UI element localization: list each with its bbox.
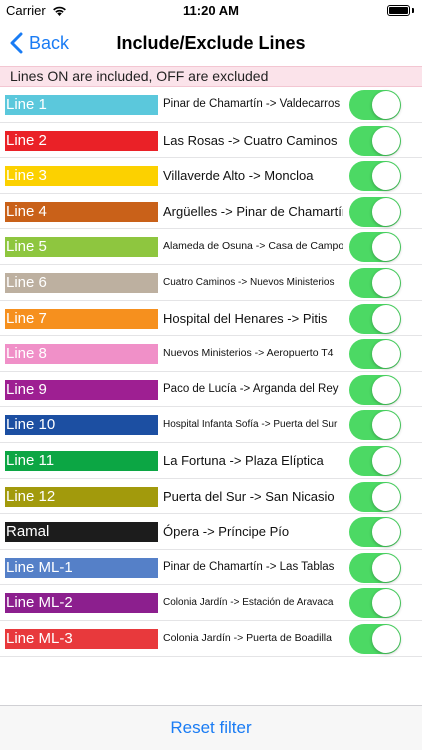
line-row: Line 6 Cuatro Caminos -> Nuevos Ministeri… (0, 265, 422, 301)
switch-knob (372, 197, 400, 226)
switch-knob (372, 375, 400, 404)
line-toggle-switch[interactable] (349, 339, 401, 370)
line-toggle-switch[interactable] (349, 374, 401, 405)
line-row: Line 5 Alameda de Osuna -> Casa de Campo (0, 229, 422, 265)
switch-knob (372, 340, 400, 369)
switch-knob (372, 624, 400, 653)
line-row: Line 7 Hospital del Henares -> Pitis (0, 301, 422, 337)
line-toggle-switch[interactable] (349, 267, 401, 298)
switch-knob (372, 162, 400, 191)
line-route: Ópera -> Príncipe Pío (163, 524, 290, 540)
switch-knob (372, 553, 400, 582)
line-toggle-switch[interactable] (349, 232, 401, 263)
line-route: Pinar de Chamartín -> Las Tablas (163, 560, 335, 573)
line-route: Colonia Jardín -> Estación de Aravaca (163, 597, 334, 609)
line-badge: Line 9 (5, 379, 158, 400)
line-row: Line 2 Las Rosas -> Cuatro Caminos (0, 123, 422, 159)
status-bar: Carrier 11:20 AM (0, 0, 422, 22)
line-badge: Line ML-3 (5, 628, 158, 649)
reset-filter-button[interactable]: Reset filter (0, 718, 422, 738)
line-toggle-switch[interactable] (349, 125, 401, 156)
line-badge: Line ML-1 (5, 557, 158, 578)
line-row: Line ML-2 Colonia Jardín -> Estación de A… (0, 585, 422, 621)
line-badge: Line 10 (5, 415, 158, 436)
line-route: Cuatro Caminos -> Nuevos Ministerios (163, 276, 335, 288)
line-route: Argüelles -> Pinar de Chamartín (163, 203, 343, 219)
line-toggle-switch[interactable] (349, 161, 401, 192)
line-badge: Line 12 (5, 486, 158, 507)
line-toggle-switch[interactable] (349, 196, 401, 227)
line-badge: Line 2 (5, 130, 158, 151)
switch-knob (372, 91, 400, 119)
switch-knob (372, 268, 400, 297)
switch-knob (372, 482, 400, 511)
line-toggle-switch[interactable] (349, 517, 401, 548)
line-toggle-switch[interactable] (349, 481, 401, 512)
line-badge: Line 8 (5, 344, 158, 365)
line-route: Puerta del Sur -> San Nicasio (163, 488, 335, 504)
page-title: Include/Exclude Lines (116, 33, 306, 53)
line-badge: Line 4 (5, 201, 158, 222)
line-row: Line ML-1 Pinar de Chamartín -> Las Tabla… (0, 550, 422, 586)
line-badge: Line 3 (5, 166, 158, 187)
line-badge: Ramal (5, 522, 158, 543)
line-toggle-switch[interactable] (349, 303, 401, 334)
line-route: Hospital del Henares -> Pitis (163, 310, 328, 326)
line-toggle-switch[interactable] (349, 90, 401, 120)
battery-icon (387, 5, 410, 16)
line-route: Paco de Lucía -> Arganda del Rey (163, 382, 339, 395)
line-badge: Line 11 (5, 450, 158, 471)
switch-knob (372, 411, 400, 440)
line-row: Ramal Ópera -> Príncipe Pío (0, 514, 422, 550)
line-route: Pinar de Chamartín -> Valdecarros (163, 98, 341, 110)
switch-knob (372, 589, 400, 618)
line-row: Line 9 Paco de Lucía -> Arganda del Rey (0, 372, 422, 408)
line-badge: Line 5 (5, 237, 158, 258)
line-toggle-switch[interactable] (349, 552, 401, 583)
line-badge: Line 1 (5, 95, 158, 115)
line-route: La Fortuna -> Plaza Elíptica (163, 452, 324, 468)
switch-knob (372, 518, 400, 547)
line-row: Line 4 Argüelles -> Pinar de Chamartín (0, 194, 422, 230)
switch-knob (372, 304, 400, 333)
line-badge: Line ML-2 (5, 593, 158, 614)
line-toggle-switch[interactable] (349, 445, 401, 476)
info-banner: Lines ON are included, OFF are excluded (0, 66, 422, 87)
status-time: 11:20 AM (183, 3, 239, 18)
line-row: Line 1 Pinar de Chamartín -> Valdecarros (0, 87, 422, 123)
line-route: Nuevos Ministerios -> Aeropuerto T4 (163, 347, 334, 360)
bottom-toolbar: Reset filter (0, 705, 422, 750)
switch-knob (372, 233, 400, 262)
lines-list: Line 1 Pinar de Chamartín -> Valdecarros L… (0, 87, 422, 657)
line-row: Line 10 Hospital Infanta Sofía -> Puerta … (0, 407, 422, 443)
line-route: Colonia Jardín -> Puerta de Boadilla (163, 631, 332, 644)
line-route: Alameda de Osuna -> Casa de Campo (163, 240, 343, 253)
line-toggle-switch[interactable] (349, 410, 401, 441)
line-route: Villaverde Alto -> Moncloa (163, 168, 314, 184)
line-toggle-switch[interactable] (349, 623, 401, 654)
line-badge: Line 7 (5, 308, 158, 329)
line-row: Line ML-3 Colonia Jardín -> Puerta de Boa… (0, 621, 422, 657)
line-row: Line 12 Puerta del Sur -> San Nicasio (0, 479, 422, 515)
line-row: Line 3 Villaverde Alto -> Moncloa (0, 158, 422, 194)
line-toggle-switch[interactable] (349, 588, 401, 619)
line-badge: Line 6 (5, 272, 158, 293)
switch-knob (372, 126, 400, 155)
line-row: Line 11 La Fortuna -> Plaza Elíptica (0, 443, 422, 479)
navigation-bar: Back Include/Exclude Lines (0, 22, 422, 66)
line-route: Hospital Infanta Sofía -> Puerta del Sur (163, 419, 338, 431)
switch-knob (372, 446, 400, 475)
line-row: Line 8 Nuevos Ministerios -> Aeropuerto T… (0, 336, 422, 372)
battery-cap (412, 8, 414, 13)
line-route: Las Rosas -> Cuatro Caminos (163, 132, 338, 148)
